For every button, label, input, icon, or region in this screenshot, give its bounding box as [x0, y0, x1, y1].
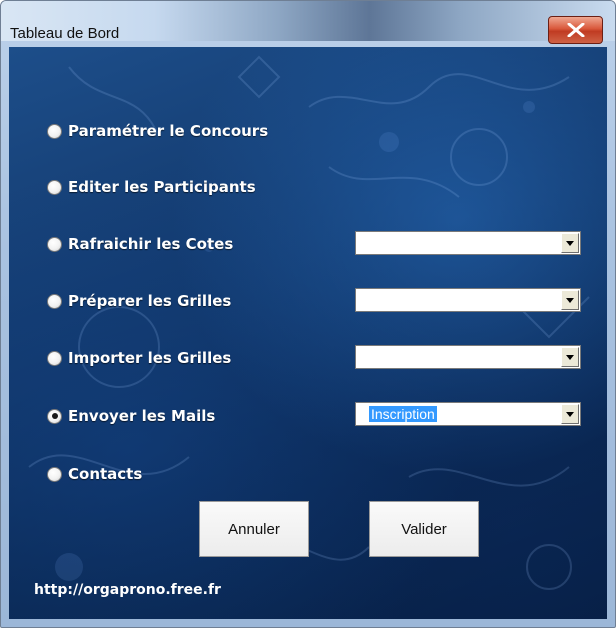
chevron-down-icon	[566, 355, 574, 360]
option-parametrer-concours[interactable]: Paramétrer le Concours	[47, 120, 268, 142]
option-label: Editer les Participants	[68, 178, 256, 196]
radio-button[interactable]	[47, 350, 62, 366]
option-label: Préparer les Grilles	[68, 292, 232, 310]
ok-button[interactable]: Valider	[369, 501, 479, 557]
option-label: Envoyer les Mails	[68, 407, 216, 425]
radio-button[interactable]	[47, 236, 62, 252]
option-label: Contacts	[68, 465, 143, 483]
chevron-down-icon	[566, 298, 574, 303]
close-button[interactable]	[548, 16, 603, 44]
option-envoyer-mails[interactable]: Envoyer les Mails	[47, 405, 215, 427]
radio-button[interactable]	[47, 466, 62, 482]
dialog-window: Tableau de Bord Paramétrer le Concours E…	[0, 0, 616, 628]
chevron-down-icon	[566, 241, 574, 246]
option-rafraichir-cotes[interactable]: Rafraichir les Cotes	[47, 233, 233, 255]
mails-dropdown[interactable]: Inscription	[355, 402, 581, 426]
dropdown-value-selected: Inscription	[369, 406, 437, 422]
website-link[interactable]: http://orgaprono.free.fr	[34, 582, 221, 598]
option-preparer-grilles[interactable]: Préparer les Grilles	[47, 290, 231, 312]
window-title: Tableau de Bord	[10, 25, 120, 42]
radio-button[interactable]	[47, 123, 62, 139]
dropdown-arrow-button[interactable]	[561, 404, 579, 424]
preparer-dropdown[interactable]	[355, 288, 581, 312]
dialog-content: Paramétrer le Concours Editer les Partic…	[9, 47, 607, 619]
cancel-button[interactable]: Annuler	[199, 501, 309, 557]
option-importer-grilles[interactable]: Importer les Grilles	[47, 347, 231, 369]
close-icon	[567, 23, 585, 37]
option-label: Paramétrer le Concours	[68, 122, 269, 140]
option-label: Rafraichir les Cotes	[68, 235, 234, 253]
option-label: Importer les Grilles	[68, 349, 232, 367]
importer-dropdown[interactable]	[355, 345, 581, 369]
title-bar[interactable]: Tableau de Bord	[1, 1, 615, 44]
option-editer-participants[interactable]: Editer les Participants	[47, 176, 256, 198]
chevron-down-icon	[566, 412, 574, 417]
cotes-dropdown[interactable]	[355, 231, 581, 255]
radio-button-selected[interactable]	[47, 408, 62, 424]
dropdown-arrow-button[interactable]	[561, 347, 579, 367]
dropdown-arrow-button[interactable]	[561, 290, 579, 310]
radio-button[interactable]	[47, 179, 62, 195]
radio-button[interactable]	[47, 293, 62, 309]
dropdown-arrow-button[interactable]	[561, 233, 579, 253]
option-contacts[interactable]: Contacts	[47, 463, 142, 485]
